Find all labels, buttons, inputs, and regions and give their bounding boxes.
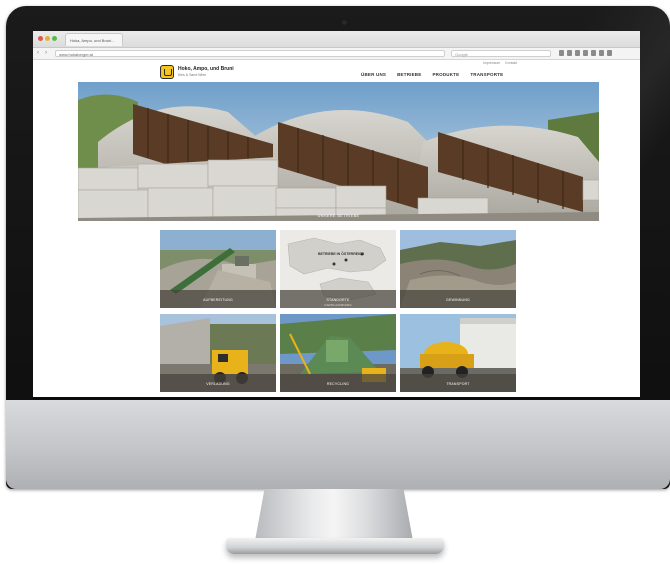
settings-icon[interactable]: [599, 50, 604, 56]
tile-sublabel: KARTE AUFRUFEN: [324, 303, 352, 307]
home-icon[interactable]: [575, 50, 580, 56]
browser-search-input[interactable]: Google: [451, 50, 551, 57]
forward-arrow-icon[interactable]: ›: [45, 49, 47, 58]
tile-label: TRANSPORT: [446, 382, 470, 386]
tile-aufbereitung[interactable]: AUFBEREITUNG: [160, 230, 276, 308]
tile-label: STANDORTE: [326, 298, 350, 302]
minimize-window-button[interactable]: [45, 36, 50, 41]
tile-label: GEWINNUNG: [446, 298, 470, 302]
tile-label: RECYCLING: [326, 382, 350, 386]
bookmark-icon[interactable]: [559, 50, 564, 56]
screen: Hoka, Ampo, und Bruni... ‹ › www.hokaber…: [33, 31, 640, 397]
address-bar-row: ‹ › www.hokaberger.at Google: [33, 48, 640, 60]
browser-tab[interactable]: Hoka, Ampo, und Bruni...: [65, 33, 123, 46]
nav-item-betriebe[interactable]: BETRIEBE: [397, 72, 421, 77]
browser-tab-bar: Hoka, Ampo, und Bruni...: [33, 31, 640, 48]
tile-recycling[interactable]: RECYCLING: [280, 314, 396, 392]
maximize-window-button[interactable]: [52, 36, 57, 41]
close-window-button[interactable]: [38, 36, 43, 41]
nav-item-ueber-uns[interactable]: ÜBER UNS: [361, 72, 386, 77]
brand-name[interactable]: Hoko, Ampo, und Bruni: [178, 66, 234, 72]
top-link-impressum[interactable]: Impressum: [483, 61, 500, 65]
tile-label: VERLADUNG: [206, 382, 230, 386]
hero-caption: UNSERE BETRIEBE: [317, 213, 360, 218]
hero-image[interactable]: UNSERE BETRIEBE: [78, 82, 599, 221]
browser-toolbar: [559, 50, 612, 57]
tile-transport[interactable]: TRANSPORT: [400, 314, 516, 392]
nav-item-produkte[interactable]: PRODUKTE: [432, 72, 459, 77]
menu-icon[interactable]: [607, 50, 612, 56]
download-icon[interactable]: [567, 50, 572, 56]
main-navigation: ÜBER UNS BETRIEBE PRODUKTE TRANSPORTE: [361, 72, 503, 77]
extension-icon[interactable]: [591, 50, 596, 56]
url-input[interactable]: www.hokaberger.at: [55, 50, 445, 57]
share-icon[interactable]: [583, 50, 588, 56]
top-link-kontakt[interactable]: Kontakt: [505, 61, 517, 65]
nav-item-transporte[interactable]: TRANSPORTE: [470, 72, 503, 77]
monitor-stand: [255, 489, 413, 541]
quarry-gravel-illustration: [78, 82, 599, 221]
site-header: Hoko, Ampo, und Bruni Kies & Sand Wien I…: [33, 60, 640, 84]
utility-links: Impressum Kontakt: [483, 61, 517, 65]
camera-icon: [341, 19, 348, 26]
company-logo[interactable]: [160, 65, 174, 79]
monitor-chin: [6, 400, 670, 489]
monitor-stand-base: [226, 538, 444, 554]
brand-tagline: Kies & Sand Wien: [178, 73, 207, 77]
tile-standorte[interactable]: BETRIEBE IN ÖSTERREICH STANDORTE KARTE A…: [280, 230, 396, 308]
tile-gewinnung[interactable]: GEWINNUNG: [400, 230, 516, 308]
tile-label: AUFBEREITUNG: [203, 298, 233, 302]
back-arrow-icon[interactable]: ‹: [37, 49, 39, 58]
map-title: BETRIEBE IN ÖSTERREICH: [318, 252, 365, 256]
tile-verladung[interactable]: VERLADUNG: [160, 314, 276, 392]
